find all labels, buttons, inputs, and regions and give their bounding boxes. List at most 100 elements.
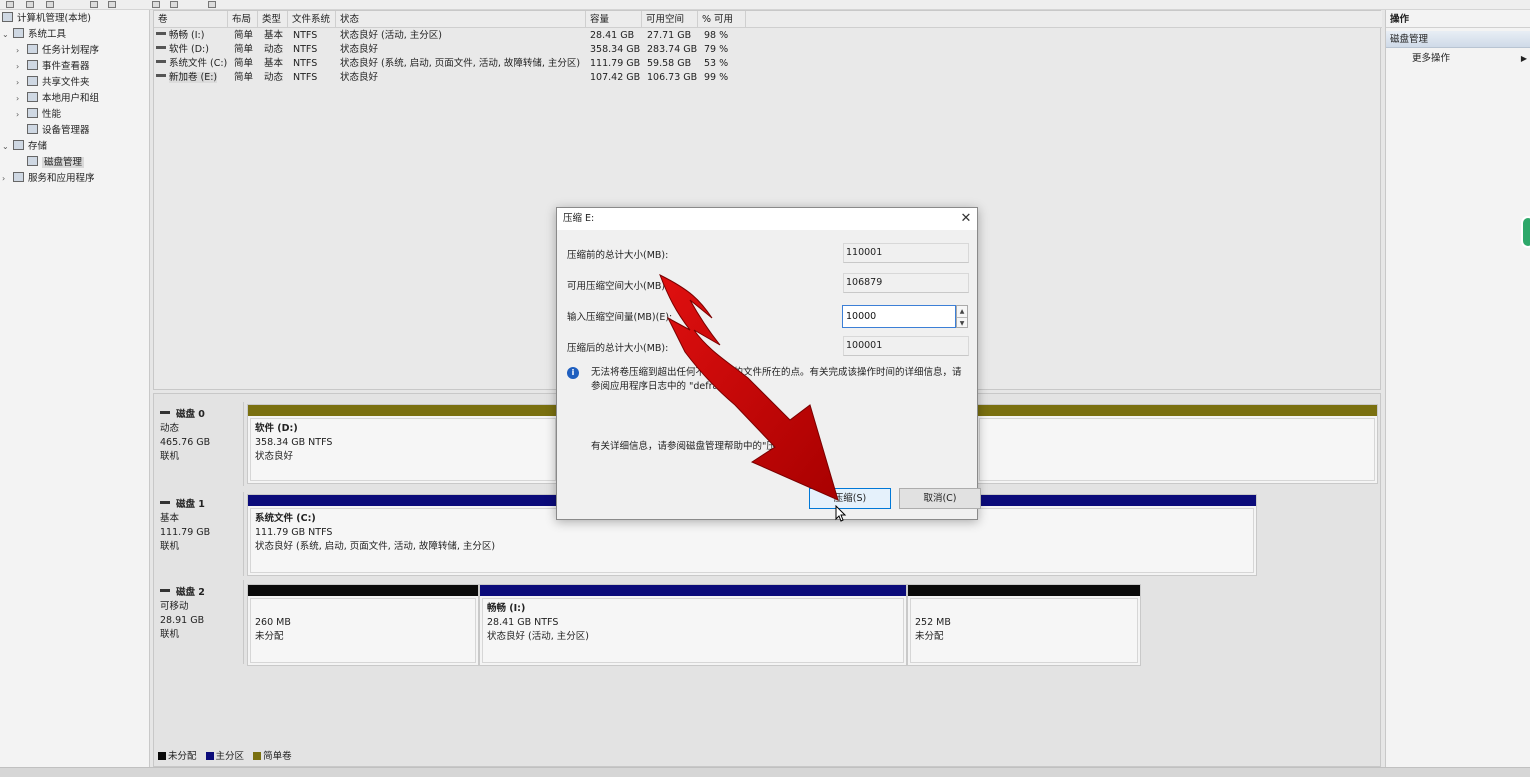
partition-e[interactable] xyxy=(976,404,1378,484)
tree-item-performance[interactable]: › 性能 xyxy=(16,107,61,123)
tree-item-disk-management[interactable]: 磁盘管理 xyxy=(16,155,85,171)
cancel-button[interactable]: 取消(C) xyxy=(899,488,981,509)
legend-item: 简单卷 xyxy=(253,751,292,762)
partition-bar xyxy=(248,405,558,416)
volume-row[interactable]: 畅畅 (I:) 简单 基本 NTFS 状态良好 (活动, 主分区) 28.41 … xyxy=(154,29,1382,43)
view-icon[interactable] xyxy=(170,1,178,8)
properties-icon[interactable] xyxy=(90,1,98,8)
floating-widget-icon[interactable] xyxy=(1521,216,1530,248)
expand-arrow-icon[interactable]: › xyxy=(16,43,27,59)
column-header-free-space[interactable]: 可用空间 xyxy=(642,11,698,28)
partition-bar xyxy=(480,585,906,596)
tree-item-services-apps[interactable]: › 服务和应用程序 xyxy=(2,171,95,187)
partition-d[interactable]: 软件 (D:) 358.34 GB NTFS 状态良好 xyxy=(247,404,559,484)
tree-root[interactable]: 计算机管理(本地) xyxy=(2,11,91,27)
computer-management-icon xyxy=(2,12,13,22)
partition-unallocated-2[interactable]: 252 MB 未分配 xyxy=(907,584,1141,666)
device-manager-icon xyxy=(27,124,38,134)
legend-swatch xyxy=(205,752,214,760)
expand-arrow-icon[interactable]: ⌄ xyxy=(2,27,13,43)
total-after-label: 压缩后的总计大小(MB): xyxy=(567,343,669,354)
disk-0-label[interactable]: 磁盘 0 动态 465.76 GB 联机 xyxy=(154,402,244,486)
event-viewer-icon xyxy=(27,60,38,70)
legend-swatch xyxy=(158,752,166,760)
mouse-cursor-icon xyxy=(835,505,847,522)
more-actions-item[interactable]: 更多操作 ▶ xyxy=(1412,51,1530,67)
folder-open-icon[interactable] xyxy=(208,1,216,8)
storage-icon xyxy=(13,140,24,150)
shrink-amount-label: 输入压缩空间量(MB)(E): xyxy=(567,312,673,323)
shrink-button[interactable]: 压缩(S) xyxy=(809,488,891,509)
performance-icon xyxy=(27,108,38,118)
tools-icon xyxy=(13,28,24,38)
info-icon: i xyxy=(567,367,579,379)
column-header-filesystem[interactable]: 文件系统 xyxy=(288,11,336,28)
volume-row[interactable]: 系统文件 (C:) 简单 基本 NTFS 状态良好 (系统, 启动, 页面文件,… xyxy=(154,57,1382,71)
legend-swatch xyxy=(253,752,262,760)
close-icon[interactable]: ✕ xyxy=(955,208,977,230)
expand-arrow-icon[interactable]: › xyxy=(16,107,27,123)
disk-2-label[interactable]: 磁盘 2 可移动 28.91 GB 联机 xyxy=(154,580,244,664)
expand-arrow-icon[interactable]: › xyxy=(16,59,27,75)
info-message: 无法将卷压缩到超出任何不可移动的文件所在的点。有关完成该操作时间的详细信息，请参… xyxy=(591,367,962,392)
column-header-volume[interactable]: 卷 xyxy=(154,11,228,28)
dialog-title: 压缩 E: xyxy=(557,208,977,230)
column-header-status[interactable]: 状态 xyxy=(336,11,586,28)
partition-unallocated-1[interactable]: 260 MB 未分配 xyxy=(247,584,479,666)
folder-icon[interactable] xyxy=(46,1,54,8)
help-message: 有关详细信息，请参阅磁盘管理帮助中的"压缩基本卷"。 xyxy=(591,441,828,452)
expand-arrow-icon[interactable]: › xyxy=(16,91,27,107)
legend: 未分配 主分区 简单卷 xyxy=(158,750,298,764)
tree-item-task-scheduler[interactable]: › 任务计划程序 xyxy=(16,43,99,59)
available-shrink-value: 106879 xyxy=(843,273,969,293)
stepper-down-icon[interactable]: ▼ xyxy=(957,317,967,328)
total-before-value: 110001 xyxy=(843,243,969,263)
stepper-up-icon[interactable]: ▲ xyxy=(957,306,967,317)
column-header-capacity[interactable]: 容量 xyxy=(586,11,642,28)
volume-icon xyxy=(156,60,166,63)
available-shrink-label: 可用压缩空间大小(MB): xyxy=(567,281,669,292)
forward-icon[interactable] xyxy=(26,1,34,8)
tree-item-event-viewer[interactable]: › 事件查看器 xyxy=(16,59,90,75)
volume-icon xyxy=(156,32,166,35)
shrink-amount-stepper[interactable]: ▲ ▼ xyxy=(956,305,968,328)
expand-arrow-icon[interactable]: › xyxy=(2,171,13,187)
shrink-dialog: 压缩 E: ✕ 压缩前的总计大小(MB): 110001 可用压缩空间大小(MB… xyxy=(556,207,981,520)
tree-item-system-tools[interactable]: ⌄ 系统工具 xyxy=(2,27,66,43)
expand-arrow-icon[interactable]: ⌄ xyxy=(2,139,13,155)
services-icon xyxy=(13,172,24,182)
total-after-value: 100001 xyxy=(843,336,969,356)
navigation-tree: 计算机管理(本地) ⌄ 系统工具 › 任务计划程序 › 事件查看器 › 共享文件夹 › 本… xyxy=(0,10,150,767)
partition-bar xyxy=(908,585,1140,596)
actions-section-disk-management[interactable]: 磁盘管理 xyxy=(1386,31,1530,48)
actions-pane: 操作 磁盘管理 更多操作 ▶ xyxy=(1385,10,1530,767)
toolbar xyxy=(0,0,1530,10)
delete-icon[interactable] xyxy=(152,1,160,8)
actions-title: 操作 xyxy=(1386,12,1530,28)
volume-icon xyxy=(156,74,166,77)
volume-row[interactable]: 新加卷 (E:) 简单 动态 NTFS 状态良好 107.42 GB 106.7… xyxy=(154,71,1382,85)
column-header-percent-free[interactable]: % 可用 xyxy=(698,11,746,28)
column-header-layout[interactable]: 布局 xyxy=(228,11,258,28)
tree-item-local-users[interactable]: › 本地用户和组 xyxy=(16,91,99,107)
total-before-label: 压缩前的总计大小(MB): xyxy=(567,250,669,261)
disk-1-label[interactable]: 磁盘 1 基本 111.79 GB 联机 xyxy=(154,492,244,576)
volume-row[interactable]: 软件 (D:) 简单 动态 NTFS 状态良好 358.34 GB 283.74… xyxy=(154,43,1382,57)
tree-item-storage[interactable]: ⌄ 存储 xyxy=(2,139,47,155)
shrink-amount-input[interactable] xyxy=(842,305,956,328)
back-icon[interactable] xyxy=(6,1,14,8)
users-icon xyxy=(27,92,38,102)
expand-arrow-icon[interactable]: › xyxy=(16,75,27,91)
volume-icon xyxy=(156,46,166,49)
selected-partition-hatch xyxy=(979,418,1375,481)
tree-item-device-manager[interactable]: 设备管理器 xyxy=(16,123,90,139)
partition-i[interactable]: 畅畅 (I:) 28.41 GB NTFS 状态良好 (活动, 主分区) xyxy=(479,584,907,666)
disk-management-icon xyxy=(27,156,38,166)
shared-folder-icon xyxy=(27,76,38,86)
tree-item-shared-folders[interactable]: › 共享文件夹 xyxy=(16,75,90,91)
submenu-arrow-icon: ▶ xyxy=(1520,54,1527,63)
column-header-type[interactable]: 类型 xyxy=(258,11,288,28)
clock-icon xyxy=(27,44,38,54)
help-icon[interactable] xyxy=(108,1,116,8)
legend-item: 未分配 xyxy=(158,751,197,762)
